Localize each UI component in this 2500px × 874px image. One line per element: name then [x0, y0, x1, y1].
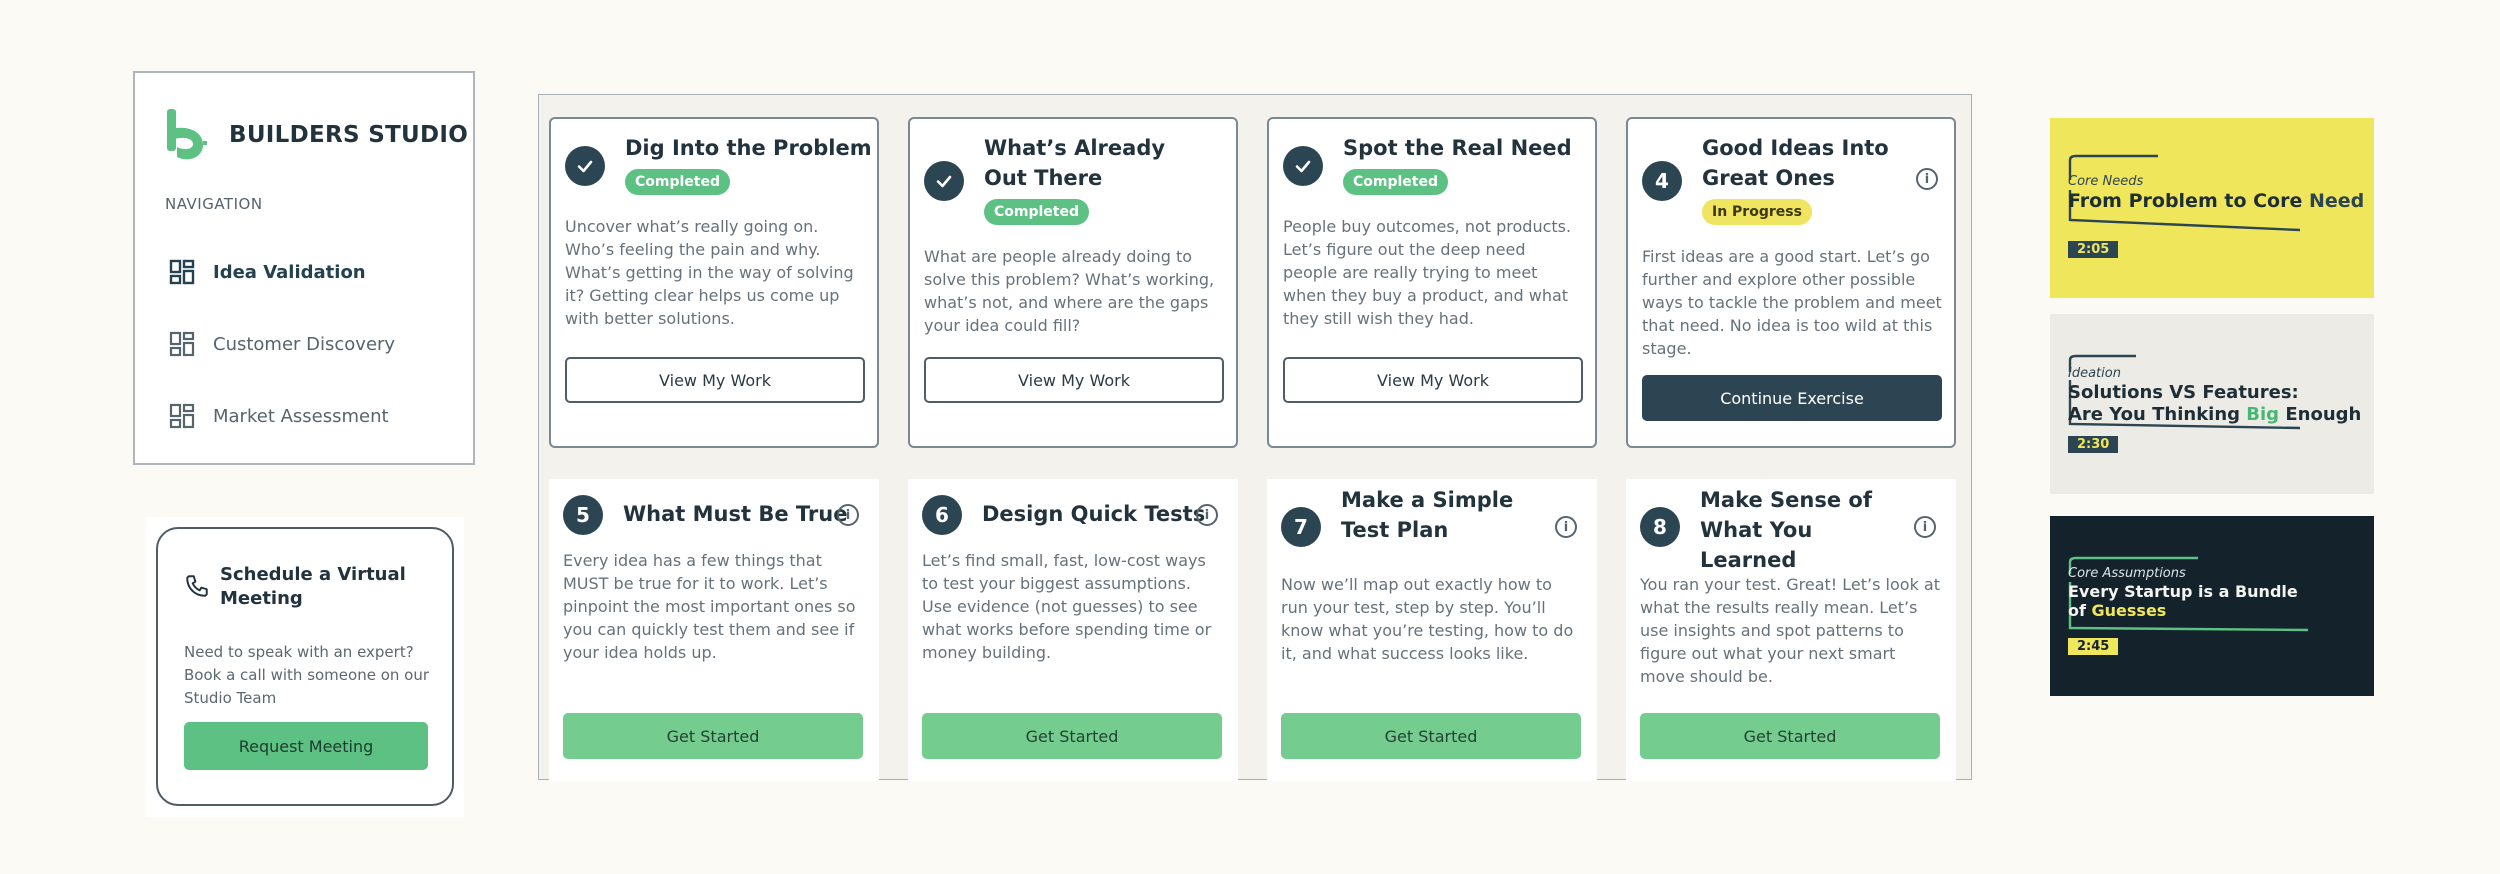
dashboard-icon	[169, 259, 195, 285]
exercise-card-3: Spot the Real Need Completed People buy …	[1267, 117, 1597, 448]
step-number: 5	[563, 495, 603, 535]
exercise-title: What Must Be True	[623, 502, 848, 526]
exercise-title: Design Quick Tests	[982, 502, 1206, 526]
exercise-description: Now we’ll map out exactly how to run you…	[1281, 575, 1574, 663]
video-category: Ideation	[2068, 366, 2121, 381]
status-badge: Completed	[984, 199, 1090, 225]
get-started-button[interactable]: Get Started	[563, 713, 863, 759]
exercise-description: What are people already doing to solve t…	[924, 247, 1215, 335]
exercise-title: Dig Into the Problem	[625, 136, 872, 160]
exercise-card-1: Dig Into the Problem Completed Uncover w…	[549, 117, 879, 448]
exercise-description: Let’s find small, fast, low-cost ways to…	[922, 551, 1212, 662]
status-badge: In Progress	[1702, 199, 1812, 225]
video-title: Every Startup is a Bundle of Guesses	[2068, 582, 2298, 620]
schedule-meeting-card: Schedule a Virtual Meeting Need to speak…	[156, 527, 454, 806]
completed-check-icon	[565, 146, 605, 186]
info-icon[interactable]: i	[1916, 168, 1938, 190]
step-number: 6	[922, 495, 962, 535]
exercise-description: You ran your test. Great! Let’s look at …	[1640, 575, 1940, 686]
exercise-title: Make a Simple Test Plan	[1341, 488, 1514, 542]
video-duration: 2:05	[2068, 241, 2119, 258]
info-icon[interactable]: i	[837, 504, 859, 526]
step-number: 8	[1640, 507, 1680, 547]
video-thumbnail-core-assumptions[interactable]: Core Assumptions Every Startup is a Bund…	[2050, 516, 2374, 696]
exercise-description: Every idea has a few things that MUST be…	[563, 551, 856, 662]
brand[interactable]: BUILDERS STUDIO	[165, 107, 468, 163]
video-duration: 2:30	[2068, 436, 2119, 453]
builders-studio-logo-icon	[167, 109, 207, 160]
exercise-title: Good Ideas Into Great Ones	[1702, 136, 1889, 190]
exercise-card-7: 7 Make a Simple Test Plan i Now we’ll ma…	[1267, 479, 1597, 781]
request-meeting-button[interactable]: Request Meeting	[184, 722, 428, 770]
brand-name: BUILDERS STUDIO	[229, 122, 469, 148]
status-badge: Completed	[625, 169, 731, 195]
exercise-description: People buy outcomes, not products. Let’s…	[1283, 217, 1572, 328]
exercise-card-2: What’s Already Out There Completed What …	[908, 117, 1238, 448]
exercise-description: First ideas are a good start. Let’s go f…	[1642, 247, 1942, 358]
completed-check-icon	[924, 161, 964, 201]
nav-item-customer-discovery[interactable]: Customer Discovery	[169, 331, 395, 357]
dashboard-icon	[169, 403, 195, 429]
video-title: Solutions VS Features: Are You Thinking …	[2068, 382, 2362, 425]
video-title: From Problem to Core Need	[2068, 190, 2365, 212]
nav-item-market-assessment[interactable]: Market Assessment	[169, 403, 389, 429]
video-thumbnail-core-needs[interactable]: Core Needs From Problem to Core Need 2:0…	[2050, 118, 2374, 298]
completed-check-icon	[1283, 146, 1323, 186]
nav-item-label: Customer Discovery	[213, 333, 396, 355]
exercise-description: Uncover what’s really going on. Who’s fe…	[565, 217, 854, 328]
info-icon[interactable]: i	[1196, 504, 1218, 526]
exercise-title: What’s Already Out There	[984, 136, 1166, 190]
meeting-description: Need to speak with an expert? Book a cal…	[184, 643, 430, 707]
video-duration: 2:45	[2068, 638, 2119, 655]
exercise-card-5: 5 What Must Be True i Every idea has a f…	[549, 479, 879, 781]
view-my-work-button[interactable]: View My Work	[924, 357, 1224, 403]
view-my-work-button[interactable]: View My Work	[1283, 357, 1583, 403]
exercise-title: Spot the Real Need	[1343, 136, 1572, 160]
get-started-button[interactable]: Get Started	[922, 713, 1222, 759]
navigation-heading: NAVIGATION	[165, 195, 263, 213]
nav-item-idea-validation[interactable]: Idea Validation	[169, 259, 366, 285]
nav-item-label: Market Assessment	[213, 405, 389, 427]
info-icon[interactable]: i	[1555, 516, 1577, 538]
status-badge: Completed	[1343, 169, 1449, 195]
exercise-title: Make Sense of What You Learned	[1700, 488, 1872, 572]
continue-exercise-button[interactable]: Continue Exercise	[1642, 375, 1942, 421]
video-thumbnail-ideation[interactable]: Ideation Solutions VS Features: Are You …	[2050, 314, 2374, 494]
navigation-panel: BUILDERS STUDIO NAVIGATION Idea Validati…	[133, 71, 475, 465]
step-number: 7	[1281, 507, 1321, 547]
meeting-panel: Schedule a Virtual Meeting Need to speak…	[146, 517, 464, 817]
exercise-board: Dig Into the Problem Completed Uncover w…	[538, 94, 1972, 781]
get-started-button[interactable]: Get Started	[1281, 713, 1581, 759]
dashboard-icon	[169, 331, 195, 357]
exercise-card-8: 8 Make Sense of What You Learned i You r…	[1626, 479, 1956, 781]
exercise-card-4: 4 Good Ideas Into Great Ones i In Progre…	[1626, 117, 1956, 448]
phone-icon	[186, 575, 208, 597]
video-category: Core Needs	[2068, 174, 2144, 189]
step-number: 4	[1642, 161, 1682, 201]
meeting-title: Schedule a Virtual Meeting	[220, 564, 406, 609]
get-started-button[interactable]: Get Started	[1640, 713, 1940, 759]
nav-item-label: Idea Validation	[213, 261, 366, 283]
exercise-card-6: 6 Design Quick Tests i Let’s find small,…	[908, 479, 1238, 781]
video-category: Core Assumptions	[2068, 566, 2186, 581]
view-my-work-button[interactable]: View My Work	[565, 357, 865, 403]
meeting-header: Schedule a Virtual Meeting	[184, 563, 420, 611]
info-icon[interactable]: i	[1914, 516, 1936, 538]
